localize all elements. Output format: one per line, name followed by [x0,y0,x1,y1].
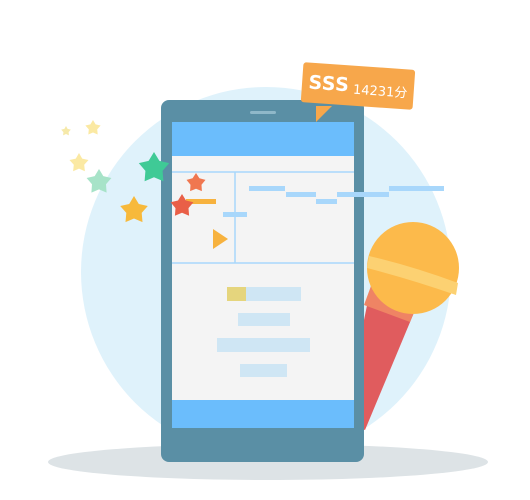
screen-header-bar [172,122,354,156]
phone-screen [172,122,354,428]
score-points: 14231分 [352,82,408,101]
screen-footer-bar [172,400,354,428]
lyric-line-1 [238,313,290,326]
star-icon [61,126,71,136]
phone-speaker [250,111,276,114]
score-rank: SSS [307,71,351,97]
lyric-line-2 [217,338,310,352]
karaoke-illustration [48,62,488,480]
star-icon [85,120,101,135]
lyric-line-3 [240,364,287,377]
star-icon [69,153,89,172]
progress-bar-fill [227,287,246,301]
score-label: SSS 14231分 [301,62,416,110]
